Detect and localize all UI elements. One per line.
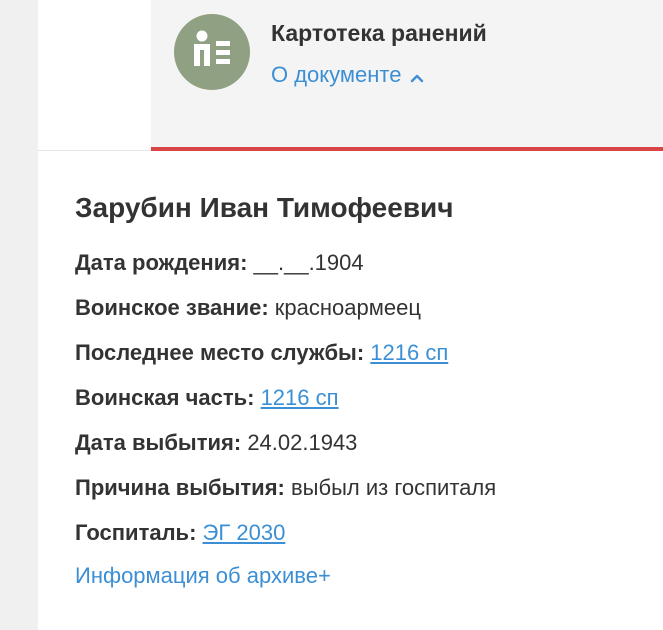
person-fields: Дата рождения: __.__.1904 Воинское звани… [75,250,655,565]
field-value: красноармеец [274,295,421,320]
last-service-place-link[interactable]: 1216 сп [370,340,448,365]
archive-info-link[interactable]: Информация об архиве+ [75,563,331,589]
field-last-service-place: Последнее место службы: 1216 сп [75,340,655,385]
field-hospital: Госпиталь: ЭГ 2030 [75,520,655,565]
field-departure-date: Дата выбытия: 24.02.1943 [75,430,655,475]
person-card-icon [174,14,250,90]
field-value: __.__.1904 [253,250,364,275]
field-label: Последнее место службы: [75,340,365,365]
field-departure-reason: Причина выбытия: выбыл из госпиталя [75,475,655,520]
document-card: Картотека ранений О документе Зарубин Ив… [38,0,663,630]
military-unit-link[interactable]: 1216 сп [261,385,339,410]
field-military-unit: Воинская часть: 1216 сп [75,385,655,430]
hospital-link[interactable]: ЭГ 2030 [203,520,286,545]
field-label: Госпиталь: [75,520,197,545]
about-document-link[interactable]: О документе [271,62,424,89]
field-birth-date: Дата рождения: __.__.1904 [75,250,655,295]
about-document-label: О документе [271,62,402,87]
document-type-title: Картотека ранений [271,20,487,46]
document-header-content: Картотека ранений О документе [151,0,663,147]
field-value: выбыл из госпиталя [290,475,497,500]
field-label: Воинское звание: [75,295,269,320]
field-rank: Воинское звание: красноармеец [75,295,655,340]
field-label: Воинская часть: [75,385,255,410]
chevron-up-icon [410,63,424,89]
field-label: Дата рождения: [75,250,248,275]
person-name: Зарубин Иван Тимофеевич [75,192,454,223]
field-label: Дата выбытия: [75,430,242,455]
field-label: Причина выбытия: [75,475,285,500]
header-divider [38,150,151,151]
field-value: 24.02.1943 [247,430,358,455]
